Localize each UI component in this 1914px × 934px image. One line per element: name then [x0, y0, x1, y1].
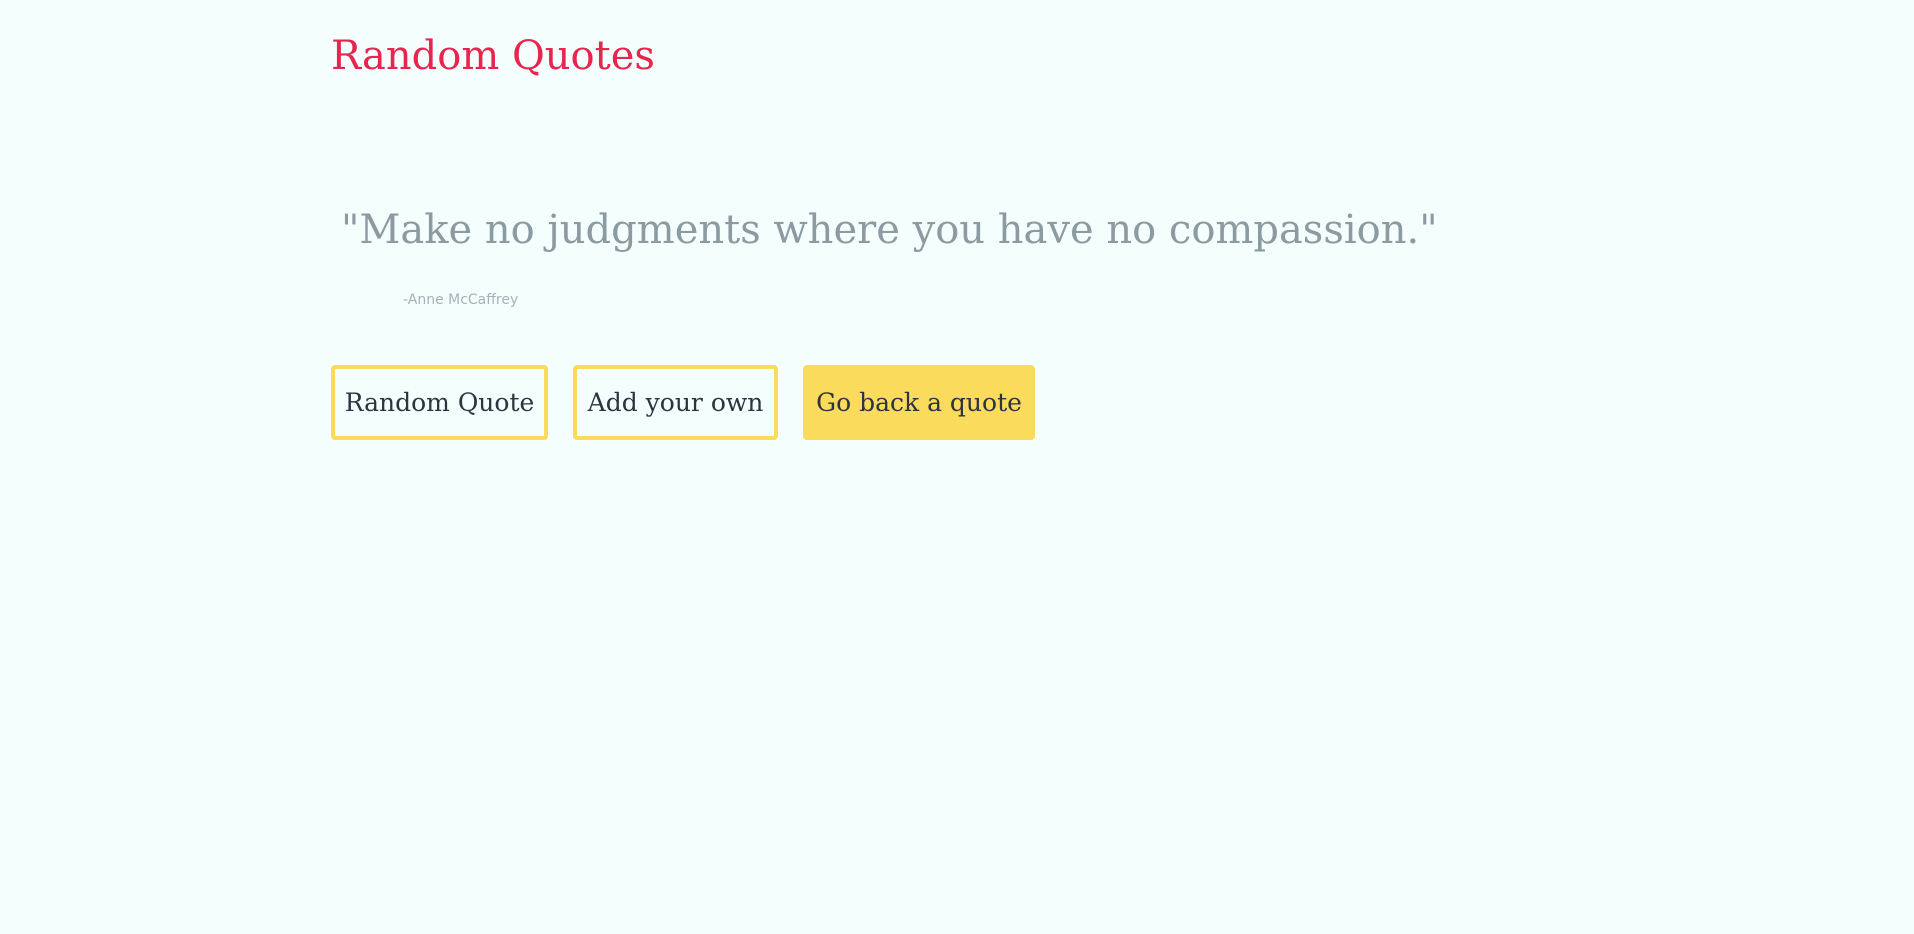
app-title: Random Quotes [331, 33, 655, 79]
quote-author: -Anne McCaffrey [403, 292, 519, 308]
quote-text: "Make no judgments where you have no com… [341, 207, 1438, 253]
add-your-own-button[interactable]: Add your own [573, 365, 778, 440]
random-quote-button[interactable]: Random Quote [331, 365, 548, 440]
go-back-quote-button[interactable]: Go back a quote [803, 365, 1035, 440]
action-buttons: Random Quote Add your own Go back a quot… [331, 365, 1035, 440]
quote-block: "Make no judgments where you have no com… [341, 200, 1541, 308]
